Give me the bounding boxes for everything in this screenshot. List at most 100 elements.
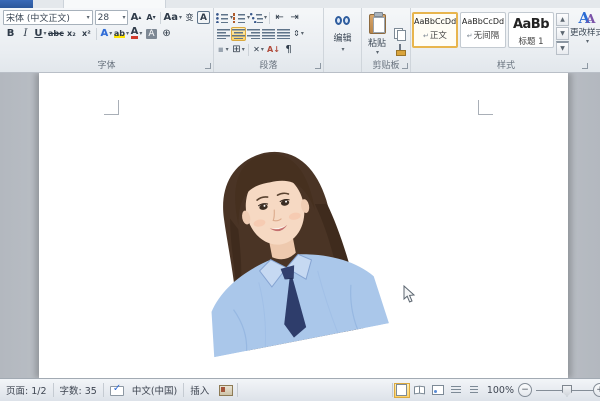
style-no-spacing[interactable]: AaBbCcDd ↵无间隔 bbox=[460, 12, 506, 48]
web-layout-icon bbox=[432, 385, 444, 395]
dialog-launcher-icon[interactable] bbox=[402, 63, 408, 69]
chevron-down-icon: ▾ bbox=[325, 46, 361, 53]
change-case-button[interactable]: Aa▾ bbox=[163, 11, 182, 25]
open-book-icon bbox=[414, 386, 425, 394]
styles-group: AaBbCcDd ↵正文 AaBbCcDd ↵无间隔 AaBb 标题 1 ▲ ▼… bbox=[411, 8, 600, 72]
page[interactable] bbox=[39, 73, 568, 378]
multilevel-list-button[interactable]: ▾ bbox=[250, 11, 267, 25]
style-normal[interactable]: AaBbCcDd ↵正文 bbox=[412, 12, 458, 48]
asian-layout-button[interactable]: ✕▾ bbox=[251, 43, 266, 57]
chevron-down-icon[interactable]: ▾ bbox=[122, 14, 125, 21]
highlight-button[interactable]: ab▾ bbox=[114, 27, 129, 41]
sort-icon: A↓ bbox=[267, 45, 280, 54]
home-tab-edge[interactable] bbox=[63, 0, 166, 8]
view-fullscreen-reading-button[interactable] bbox=[412, 383, 428, 398]
styles-more-button[interactable]: ▼ bbox=[556, 41, 569, 55]
line-spacing-button[interactable]: ⇕▾ bbox=[291, 27, 306, 41]
editing-group: 编辑 ▾ bbox=[324, 8, 362, 72]
paste-button[interactable]: 粘贴 ▾ bbox=[365, 13, 389, 56]
font-group-label: 字体 bbox=[0, 58, 213, 71]
sort-button[interactable]: A↓ bbox=[266, 43, 281, 57]
paragraph-mark-icon: ↵ bbox=[467, 32, 473, 40]
macro-record-icon bbox=[219, 385, 233, 396]
chevron-down-icon: ▾ bbox=[571, 38, 600, 45]
copy-button[interactable] bbox=[392, 27, 407, 41]
distribute-button[interactable] bbox=[276, 27, 291, 41]
increase-indent-button[interactable]: ⇥ bbox=[287, 11, 302, 25]
underline-button[interactable]: U▾ bbox=[33, 27, 48, 41]
status-bar: 页面: 1/2 字数: 35 ✓ 中文(中国) 插入 100% − + bbox=[0, 378, 600, 401]
styles-scroll-up-button[interactable]: ▲ bbox=[556, 13, 569, 26]
decrease-indent-button[interactable]: ⇤ bbox=[272, 11, 287, 25]
align-left-button[interactable] bbox=[216, 27, 231, 41]
cut-button[interactable] bbox=[392, 13, 407, 27]
shading-button[interactable]: ◆▾ bbox=[216, 43, 231, 57]
margin-crop-mark-right bbox=[478, 100, 493, 115]
font-name-combo[interactable]: 宋体 (中文正文) ▾ bbox=[3, 10, 93, 25]
dialog-launcher-icon[interactable] bbox=[315, 63, 321, 69]
style-heading1[interactable]: AaBb 标题 1 bbox=[508, 12, 554, 48]
superscript-button[interactable]: x² bbox=[79, 27, 94, 41]
paragraph-group-label: 段落 bbox=[214, 58, 323, 71]
chevron-down-icon[interactable]: ▾ bbox=[87, 14, 90, 21]
format-painter-icon bbox=[394, 44, 406, 56]
grow-font-button[interactable]: A▴ bbox=[128, 11, 143, 25]
format-painter-button[interactable] bbox=[392, 43, 407, 57]
justify-button[interactable] bbox=[261, 27, 276, 41]
text-effects-button[interactable]: A▾ bbox=[99, 27, 114, 41]
file-tab-edge[interactable] bbox=[0, 0, 33, 8]
bullets-button[interactable]: ▾ bbox=[216, 11, 233, 25]
portrait-photo[interactable] bbox=[161, 120, 401, 360]
show-hide-marks-button[interactable]: ¶ bbox=[281, 43, 296, 57]
strikethrough-button[interactable]: abc bbox=[48, 27, 64, 41]
view-print-layout-button[interactable] bbox=[394, 383, 410, 398]
font-color-button[interactable]: A▾ bbox=[129, 27, 144, 41]
font-group: 宋体 (中文正文) ▾ 28 ▾ A▴ A▾ Aa▾ 变 A B I U▾ ab… bbox=[0, 8, 214, 72]
view-web-layout-button[interactable] bbox=[430, 383, 446, 398]
view-draft-button[interactable] bbox=[466, 383, 482, 398]
character-shading-icon: A bbox=[146, 29, 156, 39]
character-shading-button[interactable]: A bbox=[144, 27, 159, 41]
align-right-button[interactable] bbox=[246, 27, 261, 41]
change-styles-button[interactable]: AA 更改样式 ▾ bbox=[570, 11, 600, 56]
tab-strip bbox=[0, 0, 600, 8]
separator bbox=[96, 28, 97, 40]
word-count-indicator[interactable]: 字数: 35 bbox=[54, 383, 103, 397]
align-center-button[interactable] bbox=[231, 27, 246, 41]
zoom-slider-track[interactable] bbox=[536, 390, 596, 391]
bullets-icon bbox=[216, 12, 229, 23]
draft-icon bbox=[470, 386, 478, 395]
font-name-value: 宋体 (中文正文) bbox=[6, 11, 86, 24]
dialog-launcher-icon[interactable] bbox=[205, 63, 211, 69]
dialog-launcher-icon[interactable] bbox=[582, 63, 588, 69]
editing-menu-button[interactable]: 编辑 ▾ bbox=[324, 8, 361, 53]
zoom-out-button[interactable]: − bbox=[518, 383, 532, 397]
view-outline-button[interactable] bbox=[448, 383, 464, 398]
character-border-icon[interactable]: A bbox=[197, 11, 210, 24]
separator bbox=[248, 44, 249, 56]
numbering-button[interactable]: ▾ bbox=[233, 11, 250, 25]
zoom-slider-thumb[interactable] bbox=[562, 385, 572, 397]
subscript-button[interactable]: x₂ bbox=[64, 27, 79, 41]
font-size-combo[interactable]: 28 ▾ bbox=[95, 10, 129, 25]
enclose-characters-button[interactable]: ⊕ bbox=[159, 27, 174, 41]
borders-icon: ⊞ bbox=[232, 44, 240, 55]
borders-button[interactable]: ⊞▾ bbox=[231, 43, 246, 57]
language-indicator[interactable]: 中文(中国) bbox=[130, 383, 183, 397]
shrink-font-button[interactable]: A▾ bbox=[143, 11, 158, 25]
proofing-status-button[interactable]: ✓ bbox=[104, 384, 130, 396]
macro-record-button[interactable] bbox=[215, 385, 237, 396]
copy-icon bbox=[394, 28, 406, 40]
zoom-in-button[interactable]: + bbox=[593, 383, 600, 397]
insert-mode-indicator[interactable]: 插入 bbox=[184, 383, 215, 397]
page-number-indicator[interactable]: 页面: 1/2 bbox=[0, 383, 53, 397]
italic-button[interactable]: I bbox=[18, 27, 33, 41]
phonetic-guide-icon[interactable]: 变 bbox=[182, 11, 197, 25]
document-area[interactable] bbox=[0, 73, 600, 378]
styles-scroll-down-button[interactable]: ▼ bbox=[556, 27, 569, 40]
bold-button[interactable]: B bbox=[3, 27, 18, 41]
numbering-icon bbox=[233, 12, 246, 23]
chevron-down-icon: ▾ bbox=[44, 30, 47, 37]
chevron-down-icon: ▾ bbox=[109, 30, 112, 37]
zoom-level-indicator[interactable]: 100% bbox=[483, 385, 518, 396]
